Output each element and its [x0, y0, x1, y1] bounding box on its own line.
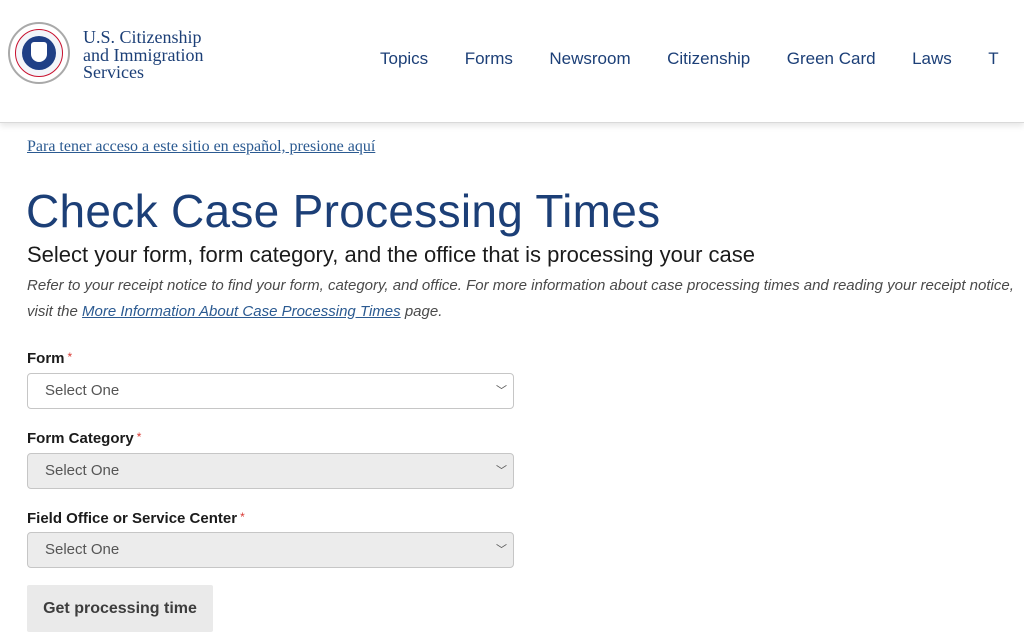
form-label: Form * — [27, 350, 72, 367]
form-select[interactable]: Select One ﹀ — [27, 373, 514, 409]
office-label-text: Field Office or Service Center — [27, 510, 238, 527]
logo-line: U.S. Citizenship — [83, 27, 202, 47]
logo-line: Services — [83, 62, 144, 82]
office-label: Field Office or Service Center * — [27, 510, 245, 527]
form-category-select[interactable]: Select One ﹀ — [27, 453, 514, 489]
dhs-seal-icon[interactable] — [8, 22, 70, 84]
nav-citizenship[interactable]: Citizenship — [667, 49, 750, 69]
form-select-value: Select One — [45, 382, 120, 399]
help-text: Refer to your receipt notice to find you… — [27, 273, 1017, 325]
nav-newsroom[interactable]: Newsroom — [549, 49, 630, 69]
nav-truncated-item[interactable]: T — [988, 49, 998, 69]
agency-logo-text[interactable]: U.S. Citizenship and Immigration Service… — [83, 27, 203, 82]
form-category-select-value: Select One — [45, 462, 120, 479]
get-processing-time-button[interactable]: Get processing time — [27, 585, 213, 632]
required-marker: * — [240, 510, 245, 524]
eagle-icon — [31, 42, 47, 62]
nav-topics[interactable]: Topics — [380, 49, 428, 69]
office-select-value: Select One — [45, 541, 120, 558]
site-header: U.S. Citizenship and Immigration Service… — [0, 0, 1024, 123]
main-nav: Topics Forms Newsroom Citizenship Green … — [380, 49, 1024, 69]
chevron-down-icon: ﹀ — [496, 544, 507, 556]
required-marker: * — [136, 430, 142, 444]
nav-green-card[interactable]: Green Card — [787, 49, 876, 69]
nav-forms[interactable]: Forms — [465, 49, 513, 69]
chevron-down-icon: ﹀ — [496, 385, 507, 397]
chevron-down-icon: ﹀ — [496, 465, 507, 477]
help-text-after: page. — [400, 303, 443, 320]
page-subtitle: Select your form, form category, and the… — [27, 242, 755, 267]
form-category-label: Form Category * — [27, 430, 141, 447]
required-marker: * — [67, 350, 73, 364]
page-title: Check Case Processing Times — [26, 185, 661, 237]
form-label-text: Form — [27, 350, 65, 367]
spanish-site-link[interactable]: Para tener acceso a este sitio en españo… — [27, 138, 375, 156]
nav-laws[interactable]: Laws — [912, 49, 952, 69]
form-category-label-text: Form Category — [27, 430, 134, 447]
more-info-link[interactable]: More Information About Case Processing T… — [82, 303, 401, 320]
office-select[interactable]: Select One ﹀ — [27, 532, 514, 568]
